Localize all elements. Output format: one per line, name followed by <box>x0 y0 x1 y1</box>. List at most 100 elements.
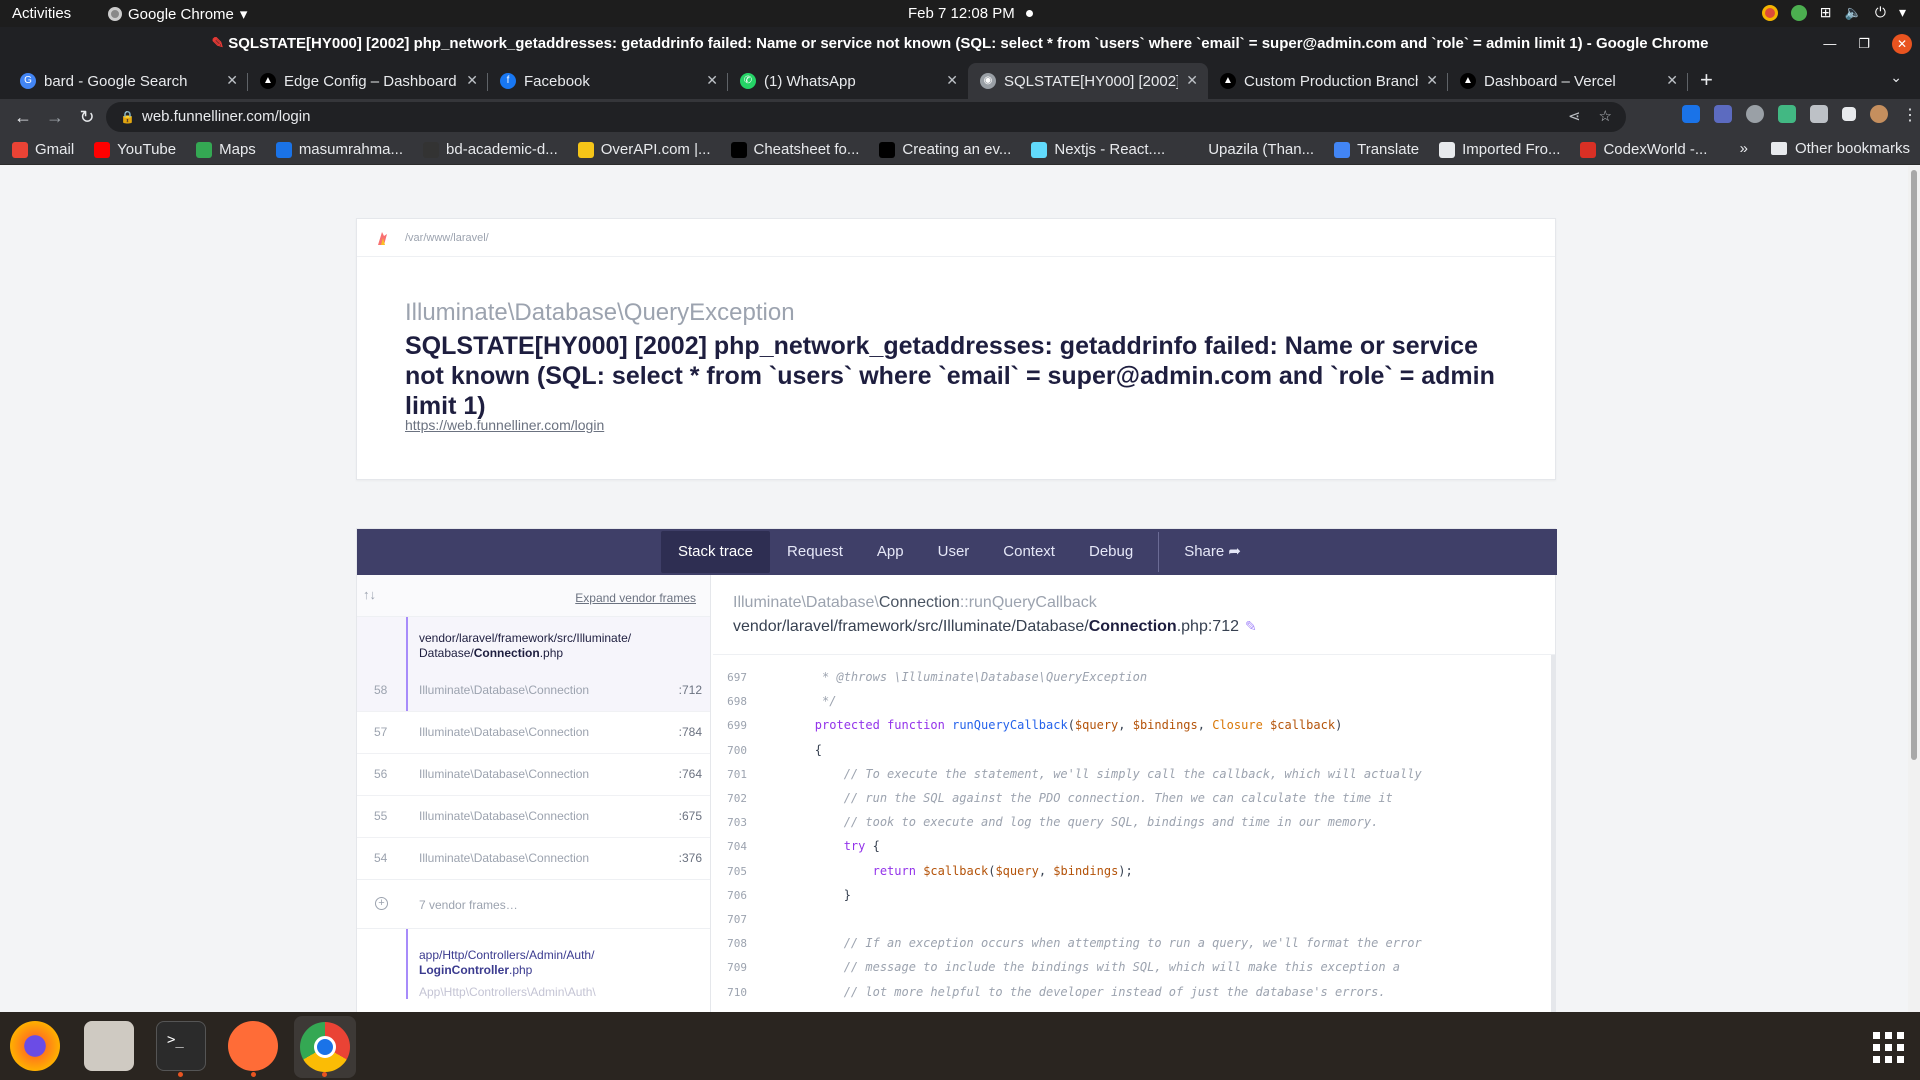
close-tab-icon[interactable]: ✕ <box>1186 72 1198 89</box>
network-icon[interactable]: ⊞ <box>1820 4 1832 21</box>
vendor-frames-toggle[interactable]: + 7 vendor frames… <box>357 879 710 929</box>
new-tab-button[interactable]: + <box>1688 67 1723 99</box>
page-scrollbar[interactable] <box>1908 166 1920 1012</box>
forward-icon[interactable]: → <box>46 107 64 128</box>
frame-row[interactable]: 57 Illuminate\Database\Connection:784 <box>357 711 710 753</box>
stack-tab[interactable]: Stack trace <box>661 531 771 573</box>
avatar[interactable] <box>1870 105 1888 123</box>
extension-bug-icon[interactable] <box>1714 105 1732 123</box>
scrollbar-thumb[interactable] <box>1911 170 1917 760</box>
bookmark-item[interactable]: YouTube <box>94 141 176 158</box>
arrows-up-down-icon[interactable]: ↑↓ <box>363 587 376 602</box>
code-snippet: 697 * @throws \Illuminate\Database\Query… <box>713 655 1555 1012</box>
frame-app[interactable]: app/Http/Controllers/Admin/Auth/LoginCon… <box>357 929 710 999</box>
bookmark-favicon-icon <box>12 141 28 158</box>
bookmark-star-icon[interactable]: ☆ <box>1599 102 1612 132</box>
close-tab-icon[interactable]: ✕ <box>1426 72 1438 89</box>
stack-tab[interactable]: App <box>860 531 921 573</box>
side-panel-icon[interactable] <box>1842 107 1856 121</box>
code-line: 699 protected function runQueryCallback(… <box>713 713 1551 737</box>
share-icon[interactable]: ⋖ <box>1568 102 1581 132</box>
other-bookmarks[interactable]: Other bookmarks <box>1770 140 1910 157</box>
chrome-tray-icon[interactable] <box>1761 4 1778 21</box>
maximize-icon[interactable]: ❐ <box>1858 27 1870 61</box>
close-tab-icon[interactable]: ✕ <box>946 72 958 89</box>
frame-row[interactable]: 56 Illuminate\Database\Connection:764 <box>357 753 710 795</box>
vue-devtools-icon[interactable] <box>1778 105 1796 123</box>
volume-icon[interactable]: 🔈 <box>1844 4 1861 21</box>
bookmark-favicon-icon <box>1185 141 1202 158</box>
bookmark-label: OverAPI.com |... <box>600 141 711 158</box>
postman-icon[interactable] <box>228 1021 278 1071</box>
stack-tab[interactable]: Context <box>986 531 1072 573</box>
bookmark-item[interactable]: CodexWorld -... <box>1580 141 1707 158</box>
bookmark-item[interactable]: Nextjs - React.... <box>1031 141 1165 158</box>
bookmark-item[interactable]: Imported Fro... <box>1439 141 1560 158</box>
close-tab-icon[interactable]: ✕ <box>706 72 718 89</box>
line-number: 710 <box>727 985 747 999</box>
close-tab-icon[interactable]: ✕ <box>466 72 478 89</box>
bookmark-item[interactable]: Translate <box>1334 141 1419 158</box>
bookmark-item[interactable]: Maps <box>196 141 256 158</box>
clock[interactable]: Feb 7 12:08 PM <box>908 5 1015 22</box>
tab-item[interactable]: ▲ Custom Production Branch ✕ <box>1208 63 1448 99</box>
stack-tab[interactable]: User <box>921 531 987 573</box>
address-url: web.funnelliner.com/login <box>142 108 311 125</box>
bookmark-item[interactable]: Cheatsheet fo... <box>730 141 859 158</box>
bookmark-item[interactable]: bd-academic-d... <box>423 141 558 158</box>
lock-icon[interactable]: 🔒 <box>120 102 135 132</box>
show-apps-icon[interactable] <box>1873 1032 1904 1063</box>
minimize-icon[interactable]: — <box>1823 27 1836 61</box>
frame-file-path[interactable]: vendor/laravel/framework/src/Illuminate/… <box>733 618 1257 636</box>
close-tab-icon[interactable]: ✕ <box>1666 72 1678 89</box>
activities-button[interactable]: Activities <box>12 5 71 22</box>
chevron-down-icon[interactable]: ▾ <box>1899 4 1906 21</box>
stack-tab[interactable]: Request <box>770 531 860 573</box>
frame-method: Illuminate\Database\Connection::runQuery… <box>733 594 1097 611</box>
puzzle-icon[interactable] <box>1810 105 1828 123</box>
tab-item[interactable]: ▲ Edge Config – Dashboard ✕ <box>248 63 488 99</box>
code-line: 702 // run the SQL against the PDO conne… <box>713 786 1551 810</box>
tab-search-icon[interactable]: ⌄ <box>1890 69 1902 86</box>
shield-tray-icon[interactable] <box>1790 4 1807 21</box>
address-bar[interactable]: 🔒 web.funnelliner.com/login ⋖ ☆ <box>106 102 1626 132</box>
terminal-icon[interactable]: >_ <box>156 1021 206 1071</box>
frame-row[interactable]: 54 Illuminate\Database\Connection:376 <box>357 837 710 879</box>
power-icon[interactable]: ⏻ <box>1875 4 1886 21</box>
close-tab-icon[interactable]: ✕ <box>226 72 238 89</box>
reload-icon[interactable]: ↻ <box>78 107 96 128</box>
expand-vendor-frames-link[interactable]: Expand vendor frames <box>575 591 696 605</box>
bookmark-item[interactable]: masumrahma... <box>275 141 403 158</box>
bookmark-item[interactable]: Upazila (Than... <box>1185 141 1314 158</box>
chrome-icon[interactable] <box>294 1016 356 1078</box>
stack-tab[interactable]: Debug <box>1072 531 1150 573</box>
system-tray[interactable]: ⊞ 🔈 ⏻ ▾ <box>1761 4 1906 21</box>
tab-item[interactable]: ◉ SQLSTATE[HY000] [2002] ✕ <box>968 63 1208 99</box>
app-menu[interactable]: Google Chrome ▾ <box>108 5 247 23</box>
kebab-menu-icon[interactable]: ⋮ <box>1902 105 1918 124</box>
frame-row[interactable]: 55 Illuminate\Database\Connection:675 <box>357 795 710 837</box>
close-icon[interactable]: ✕ <box>1892 34 1912 54</box>
frame-class: Illuminate\Database\Connection <box>419 725 590 739</box>
tab-item[interactable]: f Facebook ✕ <box>488 63 728 99</box>
pencil-icon[interactable]: ✎ <box>1245 618 1257 634</box>
tab-item[interactable]: Gbard - Google Search ✕ <box>8 63 248 99</box>
tab-item[interactable]: ▲ Dashboard – Vercel ✕ <box>1448 63 1688 99</box>
bookmark-item[interactable]: Gmail <box>12 141 74 158</box>
divider <box>1158 532 1160 572</box>
more-bookmarks-icon[interactable]: » <box>1740 140 1748 157</box>
back-icon[interactable]: ← <box>14 107 32 128</box>
code-text: */ <box>757 694 837 709</box>
firefox-icon[interactable] <box>10 1021 60 1071</box>
tab-item[interactable]: ✆ (1) WhatsApp ✕ <box>728 63 968 99</box>
frame-active[interactable]: vendor/laravel/framework/src/Illuminate/… <box>357 617 710 711</box>
globe-icon[interactable] <box>1746 105 1764 123</box>
page-content: /var/www/laravel/ Illuminate\Database\Qu… <box>0 166 1920 1012</box>
files-icon[interactable] <box>84 1021 134 1071</box>
extension-ft-icon[interactable] <box>1682 105 1700 123</box>
bookmark-item[interactable]: OverAPI.com |... <box>577 141 711 158</box>
frame-class: App\Http\Controllers\Admin\Auth\ <box>419 985 596 999</box>
bookmark-item[interactable]: Creating an ev... <box>879 141 1011 158</box>
share-button[interactable]: Share ➦ <box>1167 531 1258 573</box>
request-url-link[interactable]: https://web.funnelliner.com/login <box>405 417 604 433</box>
